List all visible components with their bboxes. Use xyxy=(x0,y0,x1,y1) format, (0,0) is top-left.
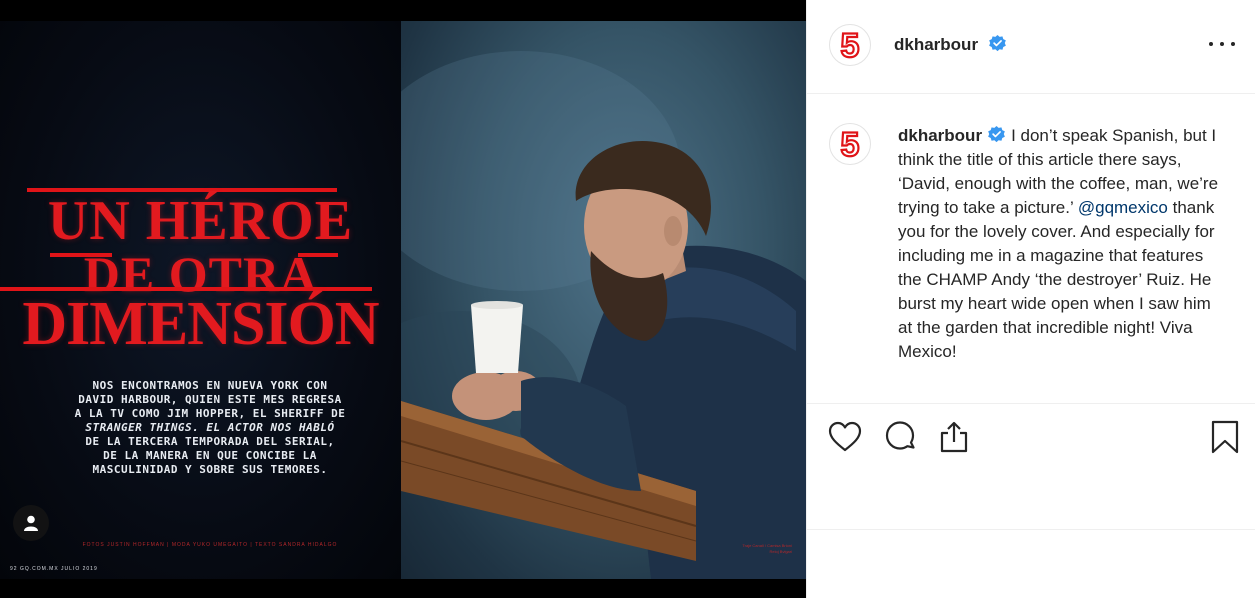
share-icon xyxy=(940,421,968,453)
photo-caption-credit: Traje Canali / Camisa Brioni Reloj Bvlga… xyxy=(742,543,792,554)
photo-credits: Fotos Justin Hoffman | Moda Yuko Umegait… xyxy=(82,542,338,548)
deck-line: a la TV como Jim Hopper, el sheriff de xyxy=(74,407,346,420)
stranger-five-logo-icon: 5 xyxy=(839,28,860,62)
comment-button[interactable] xyxy=(883,420,917,454)
more-options-icon xyxy=(1209,42,1213,46)
caption-username-link[interactable]: dkharbour xyxy=(898,126,982,145)
post-sidebar: 5 dkharbour 5 dkharbour I don’t speak Sp… xyxy=(806,0,1255,598)
deck-line: de la manera en que concibe la xyxy=(103,449,317,462)
deck-line: David Harbour, quien este mes regresa xyxy=(78,393,342,406)
portrait-photo xyxy=(401,51,806,579)
caption-text: thank you for the lovely cover. And espe… xyxy=(898,198,1215,361)
svg-text:5: 5 xyxy=(841,28,860,62)
post-actions xyxy=(807,404,1255,530)
user-tag-icon xyxy=(24,515,38,531)
magazine-right-page: Traje Canali / Camisa Brioni Reloj Bvlga… xyxy=(401,21,806,579)
article-deck: Nos encontramos en Nueva York con David … xyxy=(60,379,360,477)
like-button[interactable] xyxy=(828,420,862,454)
post-media[interactable]: Un Héroe De Otra Dimensión Nos encontram… xyxy=(0,0,806,598)
verified-badge-icon xyxy=(988,126,1005,143)
more-options-button[interactable] xyxy=(1209,36,1235,52)
post-header: 5 dkharbour xyxy=(807,0,1255,94)
bookmark-icon xyxy=(1211,420,1239,454)
deck-line: Nos encontramos en Nueva York con xyxy=(92,379,328,392)
caption-avatar[interactable]: 5 xyxy=(829,123,871,165)
heart-icon xyxy=(828,421,862,452)
caption-mention-link[interactable]: @gqmexico xyxy=(1078,198,1168,217)
save-button[interactable] xyxy=(1208,420,1242,454)
magazine-spread: Un Héroe De Otra Dimensión Nos encontram… xyxy=(0,21,806,579)
caption-area: 5 dkharbour I don’t speak Spanish, but I… xyxy=(807,94,1255,404)
verified-badge-icon xyxy=(988,35,1006,52)
stranger-five-logo-icon: 5 xyxy=(839,127,860,161)
magazine-left-page: Un Héroe De Otra Dimensión Nos encontram… xyxy=(0,21,401,579)
user-tag-button[interactable] xyxy=(13,505,49,541)
share-button[interactable] xyxy=(937,420,971,454)
deck-line: de la tercera temporada del serial, xyxy=(85,435,335,448)
headline-line-1: Un Héroe xyxy=(47,190,354,252)
post-caption: dkharbour I don’t speak Spanish, but I t… xyxy=(898,124,1228,364)
username-link[interactable]: dkharbour xyxy=(894,35,978,54)
comment-icon xyxy=(885,421,915,450)
post-author: dkharbour xyxy=(894,35,1006,55)
deck-line: masculinidad y sobre sus temores. xyxy=(92,463,328,476)
deck-line: Stranger Things. El actor nos habló xyxy=(85,421,335,434)
page-folio: 92 GQ.COM.MX JULIO 2019 xyxy=(10,566,98,572)
headline-line-3: Dimensión xyxy=(22,290,379,358)
avatar[interactable]: 5 xyxy=(829,24,871,66)
svg-text:5: 5 xyxy=(841,127,860,161)
